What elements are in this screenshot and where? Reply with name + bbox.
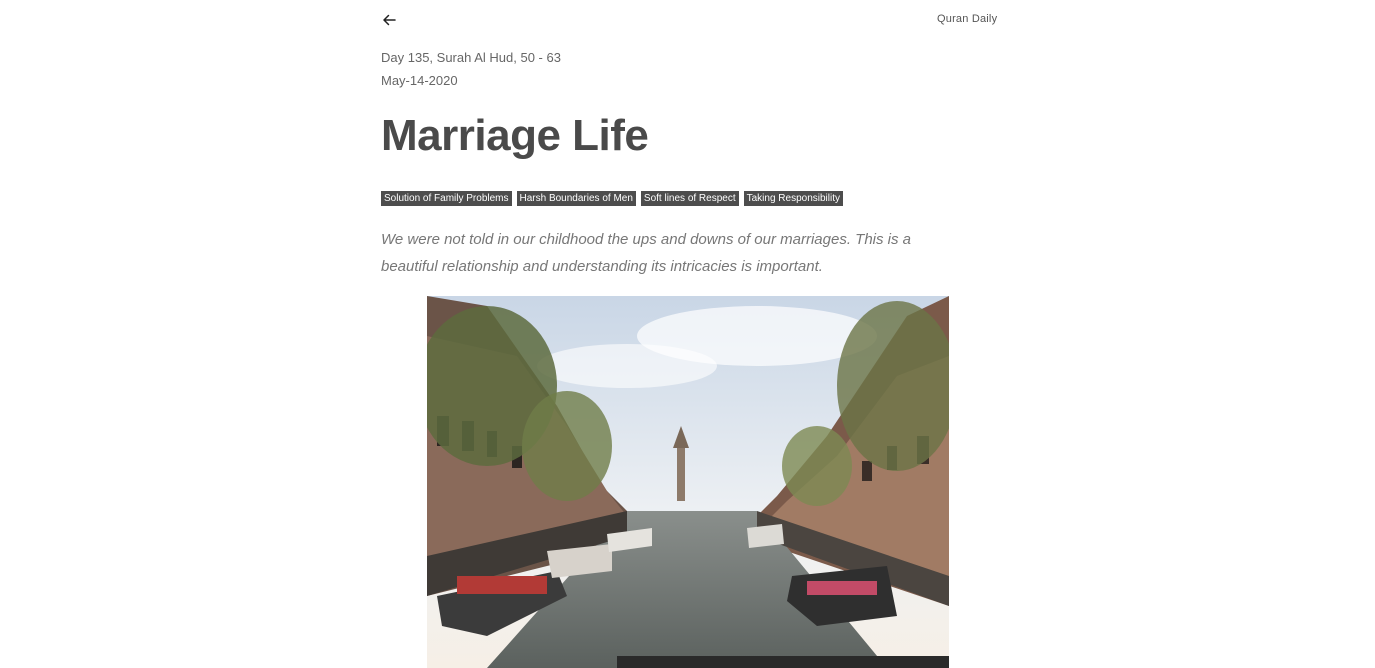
post-date: May-14-2020 (381, 73, 458, 88)
tag-list: Solution of Family Problems Harsh Bounda… (381, 191, 844, 206)
page-title: Marriage Life (381, 111, 649, 160)
arrow-left-icon[interactable] (381, 11, 399, 29)
tag-chip[interactable]: Taking Responsibility (743, 191, 844, 206)
hero-image (427, 296, 949, 668)
article-page: Quran Daily Day 135, Surah Al Hud, 50 - … (0, 0, 1375, 668)
site-brand[interactable]: Quran Daily (937, 13, 997, 25)
tag-chip[interactable]: Solution of Family Problems (381, 191, 512, 206)
post-day-line: Day 135, Surah Al Hud, 50 - 63 (381, 50, 561, 65)
tag-chip[interactable]: Harsh Boundaries of Men (516, 191, 636, 206)
tag-chip[interactable]: Soft lines of Respect (640, 191, 739, 206)
post-excerpt: We were not told in our childhood the up… (381, 231, 912, 275)
